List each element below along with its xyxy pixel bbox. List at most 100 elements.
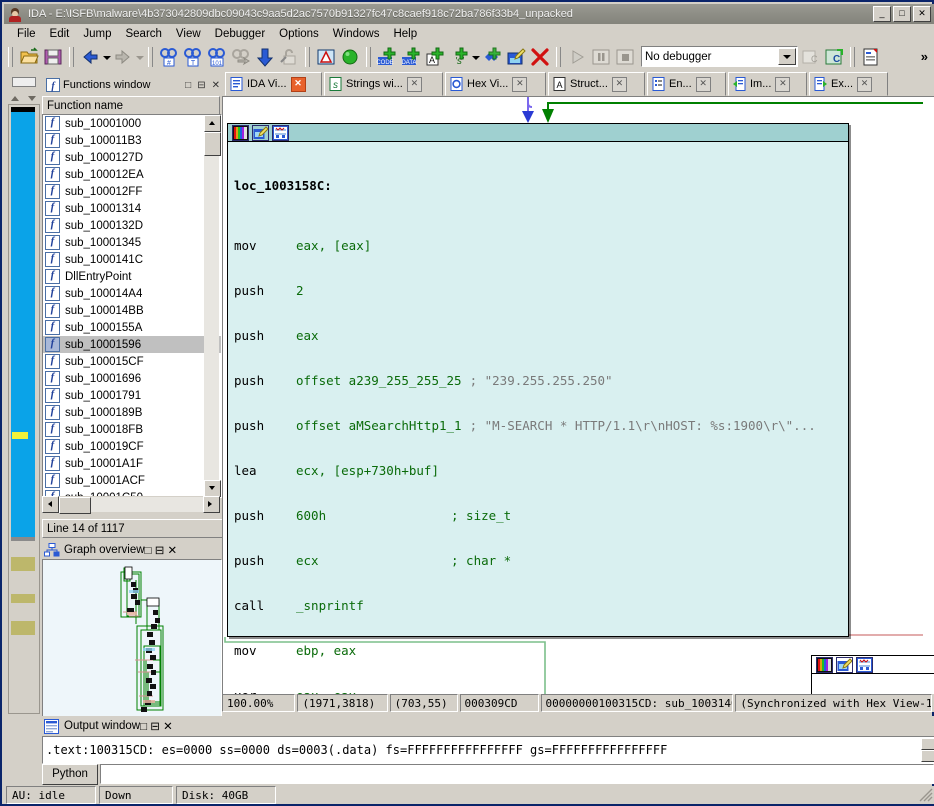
delete-icon[interactable] [529, 46, 551, 68]
tab-strings-window-close-icon[interactable]: ✕ [406, 76, 422, 92]
fw-dock-icon[interactable]: ⊟ [197, 80, 205, 91]
cli-language-button[interactable]: Python [42, 763, 98, 785]
search-hash-icon[interactable]: # [158, 46, 180, 68]
warning-icon[interactable] [315, 46, 337, 68]
make-ascii-icon[interactable]: A [424, 46, 446, 68]
list-item[interactable]: f sub_1000189B [43, 404, 221, 421]
debugger-select[interactable]: No debugger [641, 46, 798, 67]
tab-structures[interactable]: A Struct... ✕ [548, 72, 645, 96]
graph-node-loc-1003158C[interactable]: loc_1003158C: mov eax, [eax] push 2 push ea… [227, 123, 849, 697]
nav-forward-dropdown-icon[interactable] [135, 47, 144, 67]
go-dock-icon[interactable]: ⊟ [155, 545, 165, 557]
toolbar-grip-5[interactable] [366, 46, 371, 67]
tab-hex-view[interactable]: Hex Vi... ✕ [445, 72, 546, 96]
menu-jump[interactable]: Jump [76, 26, 118, 42]
ow-close-icon[interactable]: ✕ [163, 721, 173, 733]
fw-close-icon[interactable]: ✕ [212, 80, 220, 91]
list-item[interactable]: f sub_1000141C [43, 251, 221, 268]
step-over-icon[interactable]: C [823, 46, 845, 68]
go-restore-icon[interactable]: □ [145, 545, 152, 557]
menu-help[interactable]: Help [386, 26, 424, 42]
search-binary-icon[interactable]: 101 [206, 46, 228, 68]
save-icon[interactable] [42, 46, 64, 68]
list-item[interactable]: f sub_10001791 [43, 387, 221, 404]
list-item[interactable]: f sub_1000132D [43, 217, 221, 234]
tab-exports[interactable]: Ex... ✕ [809, 72, 888, 96]
nav-back-dropdown-icon[interactable] [102, 47, 111, 67]
list-item[interactable]: f sub_1000127D [43, 149, 221, 166]
edit-node-icon[interactable] [836, 656, 853, 673]
tab-ida-view-close-icon[interactable]: ✕ [290, 76, 306, 92]
menu-file[interactable]: File [10, 26, 43, 42]
resize-grip-icon[interactable] [919, 788, 933, 802]
toolbar-grip-2[interactable] [69, 46, 74, 67]
functions-list-horizontal-scrollbar[interactable] [42, 495, 220, 514]
graph-layout-icon[interactable] [856, 656, 873, 673]
scroll-thumb[interactable] [204, 132, 221, 156]
lists-icon[interactable] [860, 46, 882, 68]
list-item[interactable]: f sub_100014A4 [43, 285, 221, 302]
down-arrow-icon[interactable] [254, 46, 276, 68]
list-item[interactable]: f sub_10001000 [43, 115, 221, 132]
menu-search[interactable]: Search [118, 26, 168, 42]
minimize-button[interactable]: _ [873, 6, 891, 22]
list-item[interactable]: f sub_10001314 [43, 200, 221, 217]
fw-restore-icon[interactable]: □ [185, 80, 191, 91]
list-item[interactable]: f sub_100015CF [43, 353, 221, 370]
menu-options[interactable]: Options [272, 26, 326, 42]
nav-forward-icon[interactable] [112, 46, 134, 68]
maximize-button[interactable]: □ [893, 6, 911, 22]
ida-view-graph[interactable]: loc_1003158C: mov eax, [eax] push 2 push ea… [222, 96, 934, 698]
ow-restore-icon[interactable]: □ [140, 721, 147, 733]
navigation-band[interactable] [8, 104, 40, 714]
list-item-selected[interactable]: f sub_10001596 [43, 336, 221, 353]
unlock-icon[interactable] [278, 46, 300, 68]
close-button[interactable]: ✕ [913, 6, 931, 22]
output-scrollbar[interactable] [921, 738, 934, 762]
menu-view[interactable]: View [169, 26, 208, 42]
tab-imports[interactable]: Im... ✕ [728, 72, 807, 96]
ow-dock-icon[interactable]: ⊟ [150, 721, 160, 733]
cli-input[interactable] [100, 764, 934, 784]
chevron-down-icon[interactable] [778, 48, 796, 65]
list-item[interactable]: f sub_100018FB [43, 421, 221, 438]
list-item[interactable]: f sub_100012FF [43, 183, 221, 200]
list-item[interactable]: f sub_1000155A [43, 319, 221, 336]
list-item[interactable]: f sub_10001A1F [43, 455, 221, 472]
go-close-icon[interactable]: ✕ [168, 545, 178, 557]
make-code-icon[interactable]: CODE [376, 46, 398, 68]
run-icon[interactable] [566, 46, 588, 68]
toolbar-grip-3[interactable] [148, 46, 153, 67]
toolbar-grip-7[interactable] [850, 46, 855, 67]
tab-enums-close-icon[interactable]: ✕ [695, 76, 711, 92]
open-file-icon[interactable] [18, 46, 40, 68]
list-item[interactable]: f sub_10001345 [43, 234, 221, 251]
color-palette-icon[interactable] [232, 124, 249, 141]
menu-edit[interactable]: Edit [43, 26, 77, 42]
edit-icon[interactable] [505, 46, 527, 68]
stop-icon[interactable] [614, 46, 636, 68]
list-item[interactable]: f sub_10001ACF [43, 472, 221, 489]
scroll-thumb-h[interactable] [59, 496, 91, 514]
functions-column-header[interactable]: Function name [42, 96, 220, 116]
list-item[interactable]: f sub_100012EA [43, 166, 221, 183]
list-item[interactable]: f DllEntryPoint [43, 268, 221, 285]
tab-structures-close-icon[interactable]: ✕ [611, 76, 627, 92]
scroll-up-icon[interactable] [204, 115, 221, 132]
tab-exports-close-icon[interactable]: ✕ [857, 76, 873, 92]
list-item[interactable]: f sub_100019CF [43, 438, 221, 455]
toolbar-grip-4[interactable] [305, 46, 310, 67]
nav-back-icon[interactable] [79, 46, 101, 68]
scroll-right-icon[interactable] [203, 495, 220, 513]
make-data-icon[interactable]: DATA [400, 46, 422, 68]
tab-strings-window[interactable]: s Strings wi... ✕ [324, 72, 443, 96]
scroll-track[interactable] [204, 132, 221, 480]
scroll-down-icon[interactable] [204, 480, 221, 497]
list-item[interactable]: f sub_100011B3 [43, 132, 221, 149]
tab-enums[interactable]: En... ✕ [647, 72, 726, 96]
menu-debugger[interactable]: Debugger [208, 26, 273, 42]
toolbar-grip-6[interactable] [556, 46, 561, 67]
green-circle-icon[interactable] [339, 46, 361, 68]
jump-icon[interactable] [230, 46, 252, 68]
tab-ida-view[interactable]: IDA Vi... ✕ [225, 72, 322, 96]
